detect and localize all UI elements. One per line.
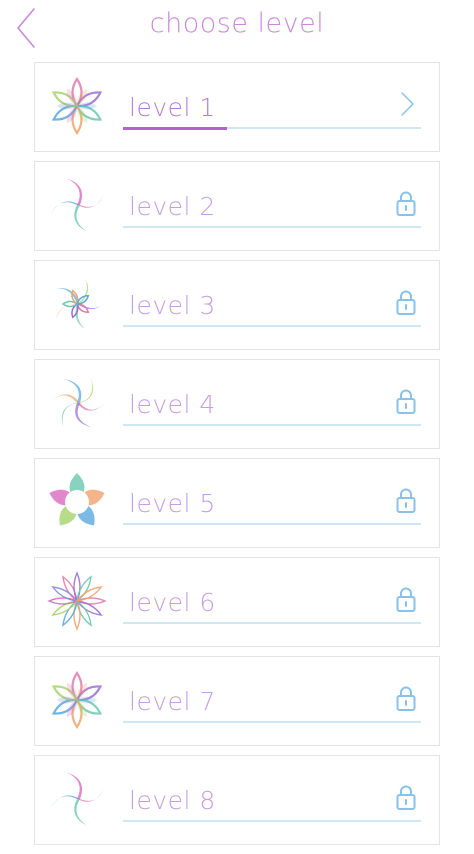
level-progress-track (123, 424, 421, 426)
level-label: level 3 (129, 291, 216, 320)
rosette-icon (47, 571, 107, 631)
lock-icon (391, 584, 421, 614)
pinwheel-icon (47, 769, 107, 829)
level-card-4[interactable]: level 4 (34, 359, 440, 449)
level-card-7[interactable]: level 7 (34, 656, 440, 746)
header-bar: choose level (0, 0, 474, 56)
level-progress-track (123, 127, 421, 130)
level-progress-fill (123, 127, 228, 130)
spiral-pinwheel-icon (47, 373, 107, 433)
flower-star-icon (47, 670, 107, 730)
level-progress-track (123, 325, 421, 327)
level-card-1[interactable]: level 1 (34, 62, 440, 152)
flower-star-icon (47, 76, 107, 136)
petal-circle-icon (47, 472, 107, 532)
star-knot-icon (47, 274, 107, 334)
pinwheel-icon (47, 175, 107, 235)
level-progress-track (123, 622, 421, 624)
lock-icon (391, 287, 421, 317)
level-label: level 7 (129, 687, 216, 716)
level-progress-track (123, 820, 421, 822)
level-progress-track (123, 523, 421, 525)
level-label: level 6 (129, 588, 216, 617)
level-label: level 1 (129, 93, 216, 122)
lock-icon (391, 188, 421, 218)
level-label: level 8 (129, 786, 216, 815)
lock-icon (391, 485, 421, 515)
level-progress-track (123, 226, 421, 228)
level-label: level 2 (129, 192, 216, 221)
level-card-6[interactable]: level 6 (34, 557, 440, 647)
level-card-8[interactable]: level 8 (34, 755, 440, 845)
level-card-5[interactable]: level 5 (34, 458, 440, 548)
level-list: level 1 level 2 level 3 level 4 level 5 (34, 62, 440, 854)
level-card-3[interactable]: level 3 (34, 260, 440, 350)
chevron-right-icon (391, 89, 421, 119)
lock-icon (391, 683, 421, 713)
lock-icon (391, 386, 421, 416)
level-label: level 5 (129, 489, 216, 518)
level-progress-track (123, 721, 421, 723)
level-card-2[interactable]: level 2 (34, 161, 440, 251)
level-label: level 4 (129, 390, 216, 419)
page-title: choose level (149, 8, 325, 39)
